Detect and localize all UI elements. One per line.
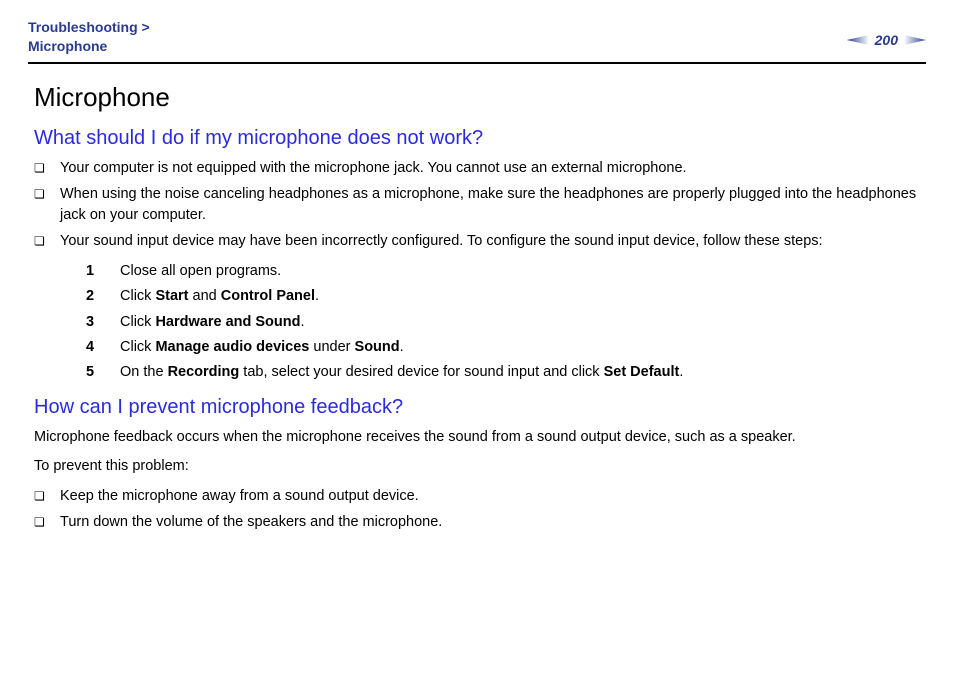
page-content: Microphone What should I do if my microp… [28,82,926,534]
step-number: 5 [86,360,100,385]
step-text: Click Manage audio devices under Sound. [120,335,404,360]
step-text: On the Recording tab, select your desire… [120,360,683,385]
square-bullet-icon [34,184,44,228]
step-text: Close all open programs. [120,259,281,284]
step-number: 3 [86,310,100,335]
list-item: When using the noise canceling headphone… [34,184,926,228]
section-heading: How can I prevent microphone feedback? [34,396,926,419]
bullet-list: Keep the microphone away from a sound ou… [34,486,926,534]
step-item: 5 On the Recording tab, select your desir… [86,360,926,385]
paragraph: To prevent this problem: [34,456,926,478]
next-page-arrow-icon[interactable] [904,35,926,45]
header-divider [28,62,926,64]
bullet-text: Turn down the volume of the speakers and… [60,512,926,534]
page-number: 200 [875,32,898,48]
step-item: 1 Close all open programs. [86,259,926,284]
square-bullet-icon [34,231,44,253]
step-text: Click Hardware and Sound. [120,310,305,335]
numbered-steps: 1 Close all open programs. 2 Click Start a… [34,259,926,386]
step-item: 3 Click Hardware and Sound. [86,310,926,335]
breadcrumb: Troubleshooting > Microphone [28,18,150,56]
bullet-text: Your computer is not equipped with the m… [60,158,926,180]
list-item: Turn down the volume of the speakers and… [34,512,926,534]
bullet-text: Keep the microphone away from a sound ou… [60,486,926,508]
page-header: Troubleshooting > Microphone 200 [28,18,926,56]
list-item: Your sound input device may have been in… [34,231,926,253]
breadcrumb-sub: Microphone [28,37,150,56]
bullet-list: Your computer is not equipped with the m… [34,158,926,253]
step-number: 4 [86,335,100,360]
step-text: Click Start and Control Panel. [120,284,319,309]
page-number-nav: 200 [847,32,926,48]
section-heading: What should I do if my microphone does n… [34,127,926,150]
step-number: 2 [86,284,100,309]
list-item: Your computer is not equipped with the m… [34,158,926,180]
square-bullet-icon [34,158,44,180]
bullet-text: Your sound input device may have been in… [60,231,926,253]
step-number: 1 [86,259,100,284]
square-bullet-icon [34,486,44,508]
bullet-text: When using the noise canceling headphone… [60,184,926,228]
page-title: Microphone [34,82,926,113]
breadcrumb-top: Troubleshooting > [28,18,150,37]
list-item: Keep the microphone away from a sound ou… [34,486,926,508]
prev-page-arrow-icon[interactable] [847,35,869,45]
step-item: 2 Click Start and Control Panel. [86,284,926,309]
step-item: 4 Click Manage audio devices under Sound. [86,335,926,360]
paragraph: Microphone feedback occurs when the micr… [34,427,926,449]
square-bullet-icon [34,512,44,534]
